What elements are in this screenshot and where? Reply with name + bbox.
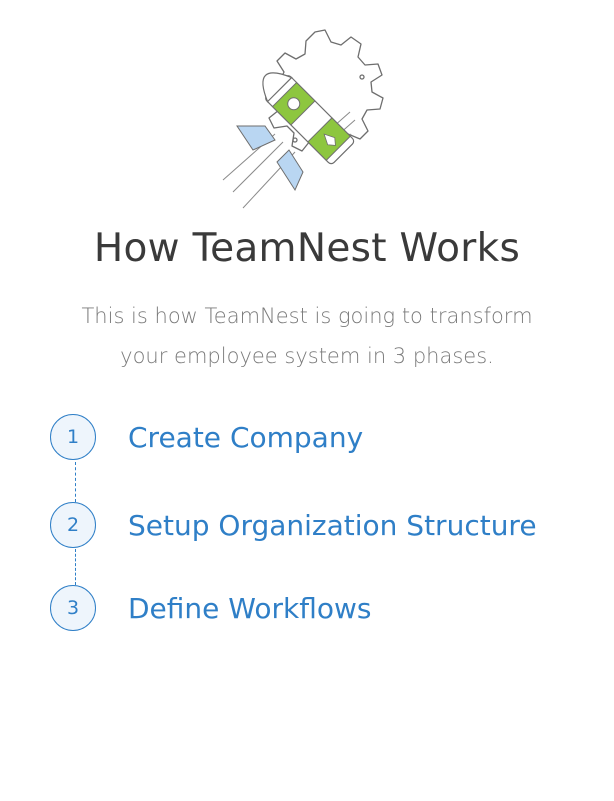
step-number-badge: 1 [50,414,96,460]
step-label: Setup Organization Structure [128,508,537,542]
subtitle-line-2: your employee system in 3 phases. [120,344,494,368]
page-subtitle: This is how TeamNest is going to transfo… [40,296,574,376]
rocket-gear-icon [222,29,384,209]
step-item-2[interactable]: 2 Setup Organization Structure [50,500,537,550]
step-label: Define Workflows [128,591,372,625]
step-connector [75,549,76,585]
step-number-badge: 3 [50,585,96,631]
step-number-badge: 2 [50,502,96,548]
step-connector [75,462,76,502]
subtitle-line-1: This is how TeamNest is going to transfo… [81,304,533,328]
page-title: How TeamNest Works [93,226,521,271]
step-item-1[interactable]: 1 Create Company [50,412,363,462]
step-label: Create Company [128,420,364,454]
step-item-3[interactable]: 3 Define Workflows [50,583,371,633]
